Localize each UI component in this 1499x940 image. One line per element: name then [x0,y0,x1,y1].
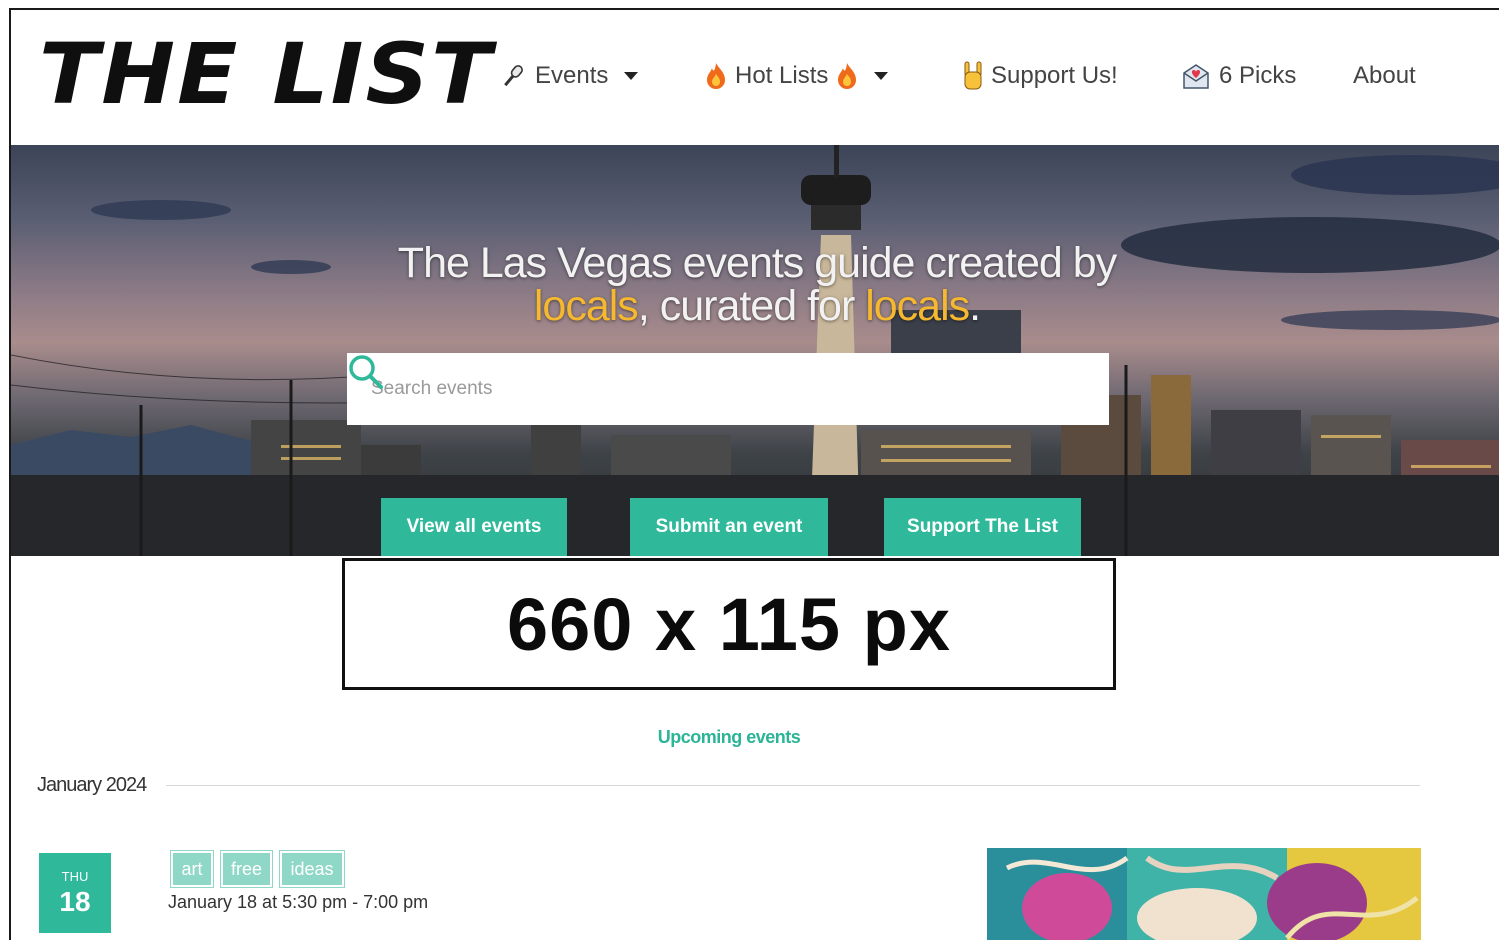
hero-banner: The Las Vegas events guide created by lo… [11,145,1499,556]
support-the-list-button[interactable]: Support The List [884,498,1081,556]
view-all-events-button[interactable]: View all events [381,498,567,556]
month-divider [166,785,1420,786]
search-icon[interactable] [347,353,385,391]
month-label: January 2024 [37,774,147,796]
nav-hot-lists-label: Hot Lists [735,62,829,89]
upcoming-events-heading: Upcoming events [657,727,801,747]
nav-about[interactable]: About [1353,58,1416,94]
microphone-icon [504,65,523,87]
event-day-of-week: THU [61,869,89,884]
nav-picks[interactable]: 6 Picks [1181,58,1296,94]
fire-icon [838,63,857,89]
chevron-down-icon [624,72,639,80]
artwork-image [987,848,1421,940]
nav-picks-label: 6 Picks [1219,62,1297,89]
nav-events-label: Events [535,62,609,89]
page-frame: THE LIST Events Hot Lists Support Us! 6 … [9,8,1499,940]
highlight-locals: locals [865,282,970,330]
submit-event-button[interactable]: Submit an event [630,498,828,556]
hero-tagline-line1: The Las Vegas events guide created by [397,239,1117,287]
nav-support-label: Support Us! [991,62,1118,89]
highlight-locals: locals [533,282,639,330]
event-date-badge: THU 18 [39,853,111,933]
event-day-number: 18 [59,886,91,917]
ad-placeholder-label: 660 x 115 px [506,582,952,666]
tagline-middle: , curated for [637,282,866,330]
envelope-heart-icon [1183,64,1209,89]
tag-free[interactable]: free [221,851,272,887]
tag-art[interactable]: art [171,851,213,887]
site-logo[interactable]: THE LIST [39,32,493,116]
nav-support[interactable]: Support Us! [963,58,1118,94]
nav-events[interactable]: Events [499,58,639,94]
search-input[interactable] [369,377,1033,401]
nav-about-label: About [1353,62,1416,89]
nav-hot-lists[interactable]: Hot Lists [705,58,889,94]
event-datetime: January 18 at 5:30 pm - 7:00 pm [168,892,429,912]
search-bar [347,353,1109,425]
fire-icon [707,63,725,89]
skyline-background-image [11,145,1499,556]
hero-tagline-line2: locals, curated for locals. [11,285,1499,328]
event-thumbnail-image[interactable] [987,848,1421,940]
tagline-end: . [969,282,981,330]
tag-ideas[interactable]: ideas [280,851,344,887]
rock-hand-icon [964,61,982,90]
ad-placeholder: 660 x 115 px [342,558,1116,690]
chevron-down-icon [874,72,889,80]
